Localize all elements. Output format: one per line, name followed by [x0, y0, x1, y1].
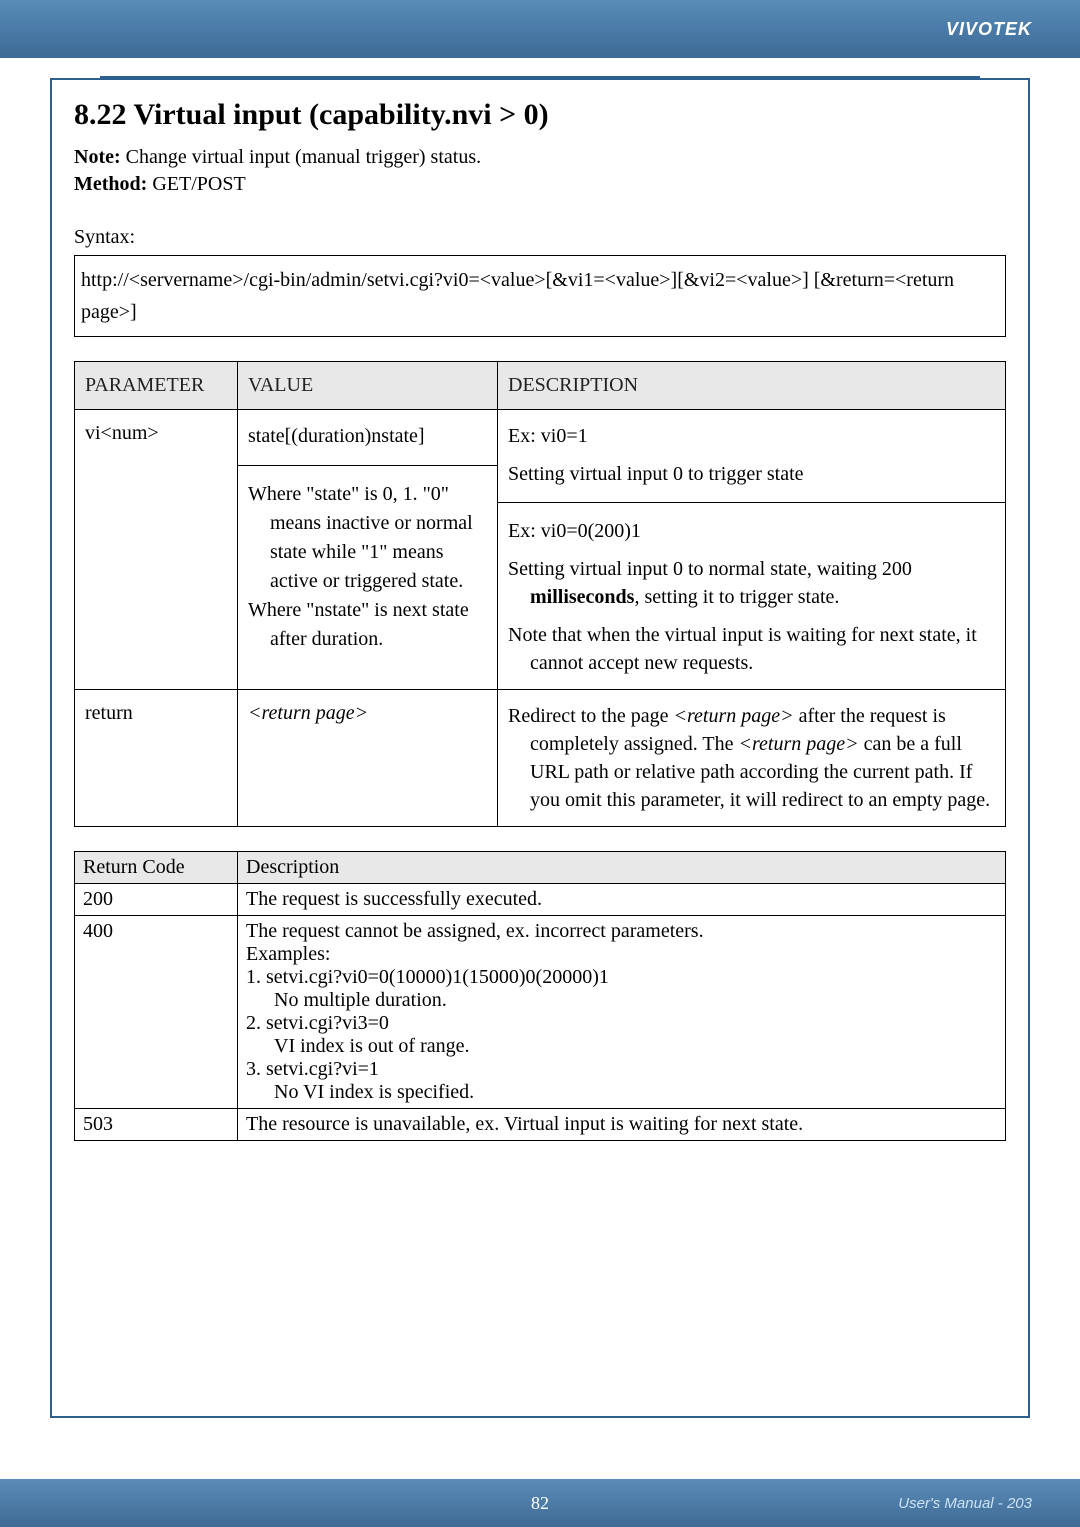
value-part2: Where "state" is 0, 1. "0" means inactiv…: [248, 480, 487, 654]
l3: No multiple duration.: [246, 989, 997, 1012]
note-text: Change virtual input (manual trigger) st…: [121, 146, 481, 168]
table-row: 200 The request is successfully executed…: [75, 884, 1006, 916]
l5: VI index is out of range.: [246, 1035, 997, 1058]
header-bar: VIVOTEK: [0, 0, 1080, 58]
table-row: 503 The resource is unavailable, ex. Vir…: [75, 1109, 1006, 1141]
method-line: Method: GET/POST: [74, 173, 1006, 196]
footer-bar: 82 User's Manual - 203: [0, 1479, 1080, 1527]
table-header-row: PARAMETER VALUE DESCRIPTION: [75, 362, 1006, 410]
inner-page-number: 82: [531, 1493, 549, 1514]
note-label: Note:: [74, 146, 121, 168]
cell-value: <return page>: [238, 690, 498, 827]
syntax-label: Syntax:: [74, 226, 1006, 249]
inner-divider: [238, 465, 497, 466]
cell-code: 200: [75, 884, 238, 916]
method-text: GET/POST: [147, 173, 245, 195]
cell-desc: The request is successfully executed.: [238, 884, 1006, 916]
brand-logo: VIVOTEK: [946, 19, 1032, 40]
th-value: VALUE: [238, 362, 498, 410]
cell-desc: The request cannot be assigned, ex. inco…: [238, 916, 1006, 1109]
table-row: return <return page> Redirect to the pag…: [75, 690, 1006, 827]
th-return-code: Return Code: [75, 852, 238, 884]
inner-divider: [498, 502, 1005, 503]
table-row: vi<num> state[(duration)nstate] Where "s…: [75, 410, 1006, 690]
content-box: 8.22 Virtual input (capability.nvi > 0) …: [50, 78, 1030, 1418]
l7: No VI index is specified.: [246, 1081, 997, 1104]
desc2-l3: Note that when the virtual input is wait…: [508, 621, 995, 677]
l0: The request cannot be assigned, ex. inco…: [246, 920, 997, 943]
value-part1: state[(duration)nstate]: [248, 422, 487, 451]
table-header-row: Return Code Description: [75, 852, 1006, 884]
cell-code: 503: [75, 1109, 238, 1141]
page-body: 8.22 Virtual input (capability.nvi > 0) …: [0, 58, 1080, 1418]
desc2-l1: Ex: vi0=0(200)1: [508, 517, 995, 545]
th-description: DESCRIPTION: [498, 362, 1006, 410]
l6: 3. setvi.cgi?vi=1: [246, 1058, 997, 1081]
parameter-table: PARAMETER VALUE DESCRIPTION vi<num> stat…: [74, 361, 1006, 827]
cell-desc: Redirect to the page <return page> after…: [498, 690, 1006, 827]
value-part2-l1: Where "state" is 0, 1. "0" means inactiv…: [248, 480, 487, 596]
syntax-box: http://<servername>/cgi-bin/admin/setvi.…: [74, 255, 1006, 337]
value-part2-l2: Where "nstate" is next state after durat…: [248, 596, 487, 654]
cell-code: 400: [75, 916, 238, 1109]
method-label: Method:: [74, 173, 147, 195]
th-parameter: PARAMETER: [75, 362, 238, 410]
table-row: 400 The request cannot be assigned, ex. …: [75, 916, 1006, 1109]
section-title: 8.22 Virtual input (capability.nvi > 0): [74, 98, 1006, 132]
outer-page-number: User's Manual - 203: [898, 1495, 1032, 1512]
cell-param: vi<num>: [75, 410, 238, 690]
desc1-l1: Ex: vi0=1: [508, 422, 995, 450]
l4: 2. setvi.cgi?vi3=0: [246, 1012, 997, 1035]
cell-value: state[(duration)nstate] Where "state" is…: [238, 410, 498, 690]
note-line: Note: Change virtual input (manual trigg…: [74, 146, 1006, 169]
l1: Examples:: [246, 943, 997, 966]
cell-param: return: [75, 690, 238, 827]
l2: 1. setvi.cgi?vi0=0(10000)1(15000)0(20000…: [246, 966, 997, 989]
cell-desc: Ex: vi0=1 Setting virtual input 0 to tri…: [498, 410, 1006, 690]
desc2-l2: Setting virtual input 0 to normal state,…: [508, 555, 995, 611]
return-code-table: Return Code Description 200 The request …: [74, 851, 1006, 1141]
cell-desc: The resource is unavailable, ex. Virtual…: [238, 1109, 1006, 1141]
desc1-l2: Setting virtual input 0 to trigger state: [508, 460, 995, 488]
th-description: Description: [238, 852, 1006, 884]
